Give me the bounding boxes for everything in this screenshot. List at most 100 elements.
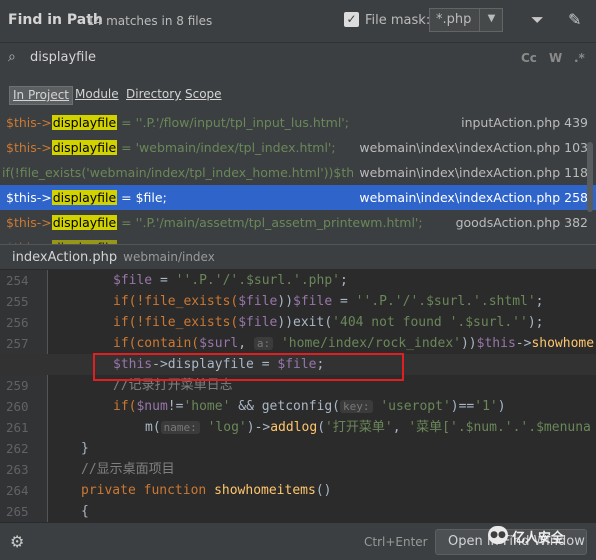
code-token: private function [81,483,215,498]
result-row-selected[interactable]: $this->displayfile = $file; webmain\inde… [0,185,596,210]
code-token: ( [317,420,326,435]
code-token: showhomeitems [214,483,316,498]
result-row[interactable]: $this->displayfile = 'webmain/index/tpl_… [0,135,596,160]
code-line: { [0,501,596,522]
file-mask-checkbox[interactable]: ✓ [344,12,359,27]
result-path: inputAction.php 439 [461,115,588,130]
code-token: )== [450,399,475,414]
code-line: if(!file_exists($file))exit('404 not fou… [0,312,596,333]
result-path: webmain\index\indexAction.php 118 [353,160,588,185]
scope-module-label: Module [75,87,119,101]
result-prefix: $this-> [6,190,52,205]
result-prefix: if(!file_exists('webmain/index/tpl_index… [2,165,380,180]
results-list: $this->displayfile = ''.P.'/flow/input/t… [0,110,596,244]
code-token: '菜单['.$num.'.'.$menuna [408,420,591,435]
code-token: if(contain( [113,336,200,351]
gear-icon[interactable]: ⚙ [10,532,24,551]
result-line: $this->displayfile = 'webmain/index/tpl_… [6,135,336,160]
scope-directory[interactable]: Directory [123,86,184,105]
code-preview[interactable]: 254 255 256 257 258 259 260 261 262 263 … [0,270,596,522]
result-highlight: displayfile [51,140,118,155]
code-token: addlog [270,420,318,435]
result-rest: = ''.P.'/main/assetm/tpl_assetm_printewm… [117,215,423,230]
code-line: private function showhomeitems() [0,480,596,501]
code-token: '1' [474,399,498,414]
result-path: goodsAction.php 382 [455,215,588,230]
highlight-annotation-box [93,353,404,381]
result-row[interactable]: $this->displayfile = ''.P.'/main/assetm/… [0,210,596,235]
scope-scope-label: Scope [185,87,222,101]
result-rest: = ''.P.'/flow/input/tpl_input_lus.html'; [117,115,349,130]
code-token: 'useropt' [372,399,451,414]
chevron-down-icon[interactable]: ▼ [479,8,503,32]
code-token: 'log' [199,420,247,435]
result-prefix: $this-> [6,215,52,230]
code-token: m( [145,420,161,435]
result-highlight: displayfile [51,115,118,130]
code-token: '打开菜单' [325,420,393,435]
preview-file: indexAction.php [12,250,118,265]
code-token: ; [340,273,348,288]
find-in-path-header: Find in Path 14 matches in 8 files ✓ Fil… [0,0,596,42]
code-token: )) [277,294,294,309]
regex-icon[interactable]: .* [574,51,585,65]
result-rest: = $file; [117,190,167,205]
result-line: $this->displayfile = ''.P.'/flow/input/t… [6,110,349,135]
code-token: )) [460,336,477,351]
result-line: $this->displayfile = ''.P.'/main/assetm/… [6,210,423,235]
param-hint: name: [160,421,200,434]
code-token: showhome [531,336,595,351]
code-token: ''.P.'/'.$surl.'.shtml' [355,294,536,309]
code-line: m(name: 'log')->addlog('打开菜单', '菜单['.$nu… [0,417,596,438]
result-row[interactable]: $this->displayfile = ''.P.'/flow/input/t… [0,110,596,135]
scope-directory-label: Directory [126,87,182,101]
code-comment: //显示桌面项目 [81,462,175,477]
code-token: '404 not found '.$surl.'' [332,315,528,330]
shortcut-hint: Ctrl+Enter [364,535,428,549]
result-row-partial[interactable]: $this->displayfile [0,235,596,244]
code-token: $file [113,273,153,288]
search-row: ⌕ displayfile Cc W .* [0,42,596,74]
param-hint: key: [340,400,373,413]
code-token: } [81,441,89,456]
code-token: if(!file_exists( [113,315,239,330]
param-hint: a: [253,337,274,350]
code-token: $file [238,294,278,309]
code-token: 'home/index/rock_index' [273,336,461,351]
code-token: () [315,483,332,498]
scope-tabs: In Project Module Directory Scope [0,82,596,108]
result-line: $this->displayfile = $file; [6,185,167,210]
code-token: , [392,420,409,435]
match-case-icon[interactable]: Cc [521,51,537,65]
result-path: webmain\index\indexAction.php 258 [359,190,588,205]
code-token: $surl [199,336,239,351]
code-token: ))exit( [277,315,333,330]
search-input[interactable]: displayfile [30,50,96,65]
code-token: 'home' [183,399,231,414]
code-line: $file = ''.P.'/'.$surl.'.php'; [0,270,596,291]
code-line: //显示桌面项目 [0,459,596,480]
filter-icon[interactable]: ⏷ [531,10,544,30]
search-icon: ⌕ [8,49,16,65]
match-count: 14 matches in 8 files [87,14,213,28]
code-token: ); [527,315,544,330]
code-token: if( [113,399,137,414]
whole-words-icon[interactable]: W [549,51,562,65]
code-token: ; [535,294,544,309]
result-line: $this->displayfile [6,235,118,244]
result-prefix: $this-> [6,140,52,155]
results-scrollbar[interactable] [587,142,593,212]
code-token: , [238,336,254,351]
code-token: = [152,273,176,288]
preview-header: indexAction.php webmain/index [0,244,596,270]
code-token: { [81,504,89,519]
pin-icon[interactable]: ✎ [568,10,581,29]
result-row[interactable]: if(!file_exists('webmain/index/tpl_index… [0,160,596,185]
scope-scope[interactable]: Scope [182,86,225,105]
code-token: ''.P.'/'.$surl.'.php' [175,273,340,288]
code-token: $this [476,336,516,351]
scope-module[interactable]: Module [72,86,122,105]
scope-in-project[interactable]: In Project [9,86,74,105]
watermark: ●● 亿人安全 [488,524,588,548]
code-token: $file [238,315,278,330]
